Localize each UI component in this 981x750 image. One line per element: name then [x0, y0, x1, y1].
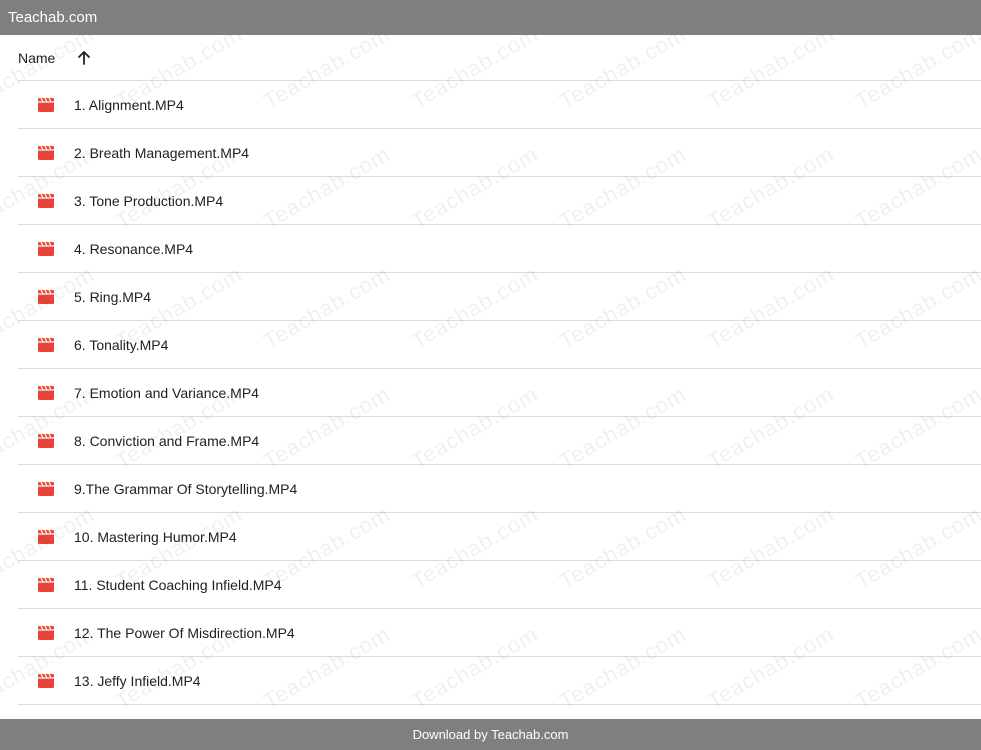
file-row[interactable]: 6. Tonality.MP4 — [18, 321, 981, 369]
arrow-up-icon[interactable] — [77, 50, 91, 66]
file-name: 2. Breath Management.MP4 — [74, 144, 250, 161]
file-name: 10. Mastering Humor.MP4 — [74, 528, 237, 545]
file-name: 4. Resonance.MP4 — [74, 240, 194, 257]
file-name: 8. Conviction and Frame.MP4 — [74, 432, 260, 449]
video-file-icon — [38, 625, 54, 640]
list-header: Name — [18, 35, 981, 81]
top-bar: Teachab.com — [0, 0, 981, 35]
file-row[interactable]: 11. Student Coaching Infield.MP4 — [18, 561, 981, 609]
video-file-icon — [38, 529, 54, 544]
file-name: 9.The Grammar Of Storytelling.MP4 — [74, 480, 298, 497]
file-name: 1. Alignment.MP4 — [74, 96, 184, 113]
file-row[interactable]: 13. Jeffy Infield.MP4 — [18, 657, 981, 705]
footer-text: Download by Teachab.com — [412, 727, 569, 742]
video-file-icon — [38, 385, 54, 400]
video-file-icon — [38, 97, 54, 112]
file-name: 6. Tonality.MP4 — [74, 336, 169, 353]
file-list: 1. Alignment.MP4 2. Breath Management.MP4… — [18, 81, 981, 705]
video-file-icon — [38, 577, 54, 592]
file-row[interactable]: 5. Ring.MP4 — [18, 273, 981, 321]
file-row[interactable]: 12. The Power Of Misdirection.MP4 — [18, 609, 981, 657]
file-row[interactable]: 1. Alignment.MP4 — [18, 81, 981, 129]
video-file-icon — [38, 481, 54, 496]
file-row[interactable]: 3. Tone Production.MP4 — [18, 177, 981, 225]
video-file-icon — [38, 241, 54, 256]
name-column-header[interactable]: Name — [18, 50, 55, 66]
file-row[interactable]: 10. Mastering Humor.MP4 — [18, 513, 981, 561]
file-name: 13. Jeffy Infield.MP4 — [74, 672, 201, 689]
video-file-icon — [38, 145, 54, 160]
video-file-icon — [38, 433, 54, 448]
file-row[interactable]: 2. Breath Management.MP4 — [18, 129, 981, 177]
file-row[interactable]: 8. Conviction and Frame.MP4 — [18, 417, 981, 465]
file-name: 3. Tone Production.MP4 — [74, 192, 224, 209]
video-file-icon — [38, 337, 54, 352]
footer-bar: Download by Teachab.com — [0, 719, 981, 750]
file-row[interactable]: 4. Resonance.MP4 — [18, 225, 981, 273]
file-name: 12. The Power Of Misdirection.MP4 — [74, 624, 295, 641]
site-title: Teachab.com — [8, 9, 98, 26]
file-name: 5. Ring.MP4 — [74, 288, 152, 305]
file-row[interactable]: 9.The Grammar Of Storytelling.MP4 — [18, 465, 981, 513]
video-file-icon — [38, 673, 54, 688]
file-row[interactable]: 7. Emotion and Variance.MP4 — [18, 369, 981, 417]
video-file-icon — [38, 193, 54, 208]
video-file-icon — [38, 289, 54, 304]
file-name: 11. Student Coaching Infield.MP4 — [74, 576, 282, 593]
file-name: 7. Emotion and Variance.MP4 — [74, 384, 259, 401]
